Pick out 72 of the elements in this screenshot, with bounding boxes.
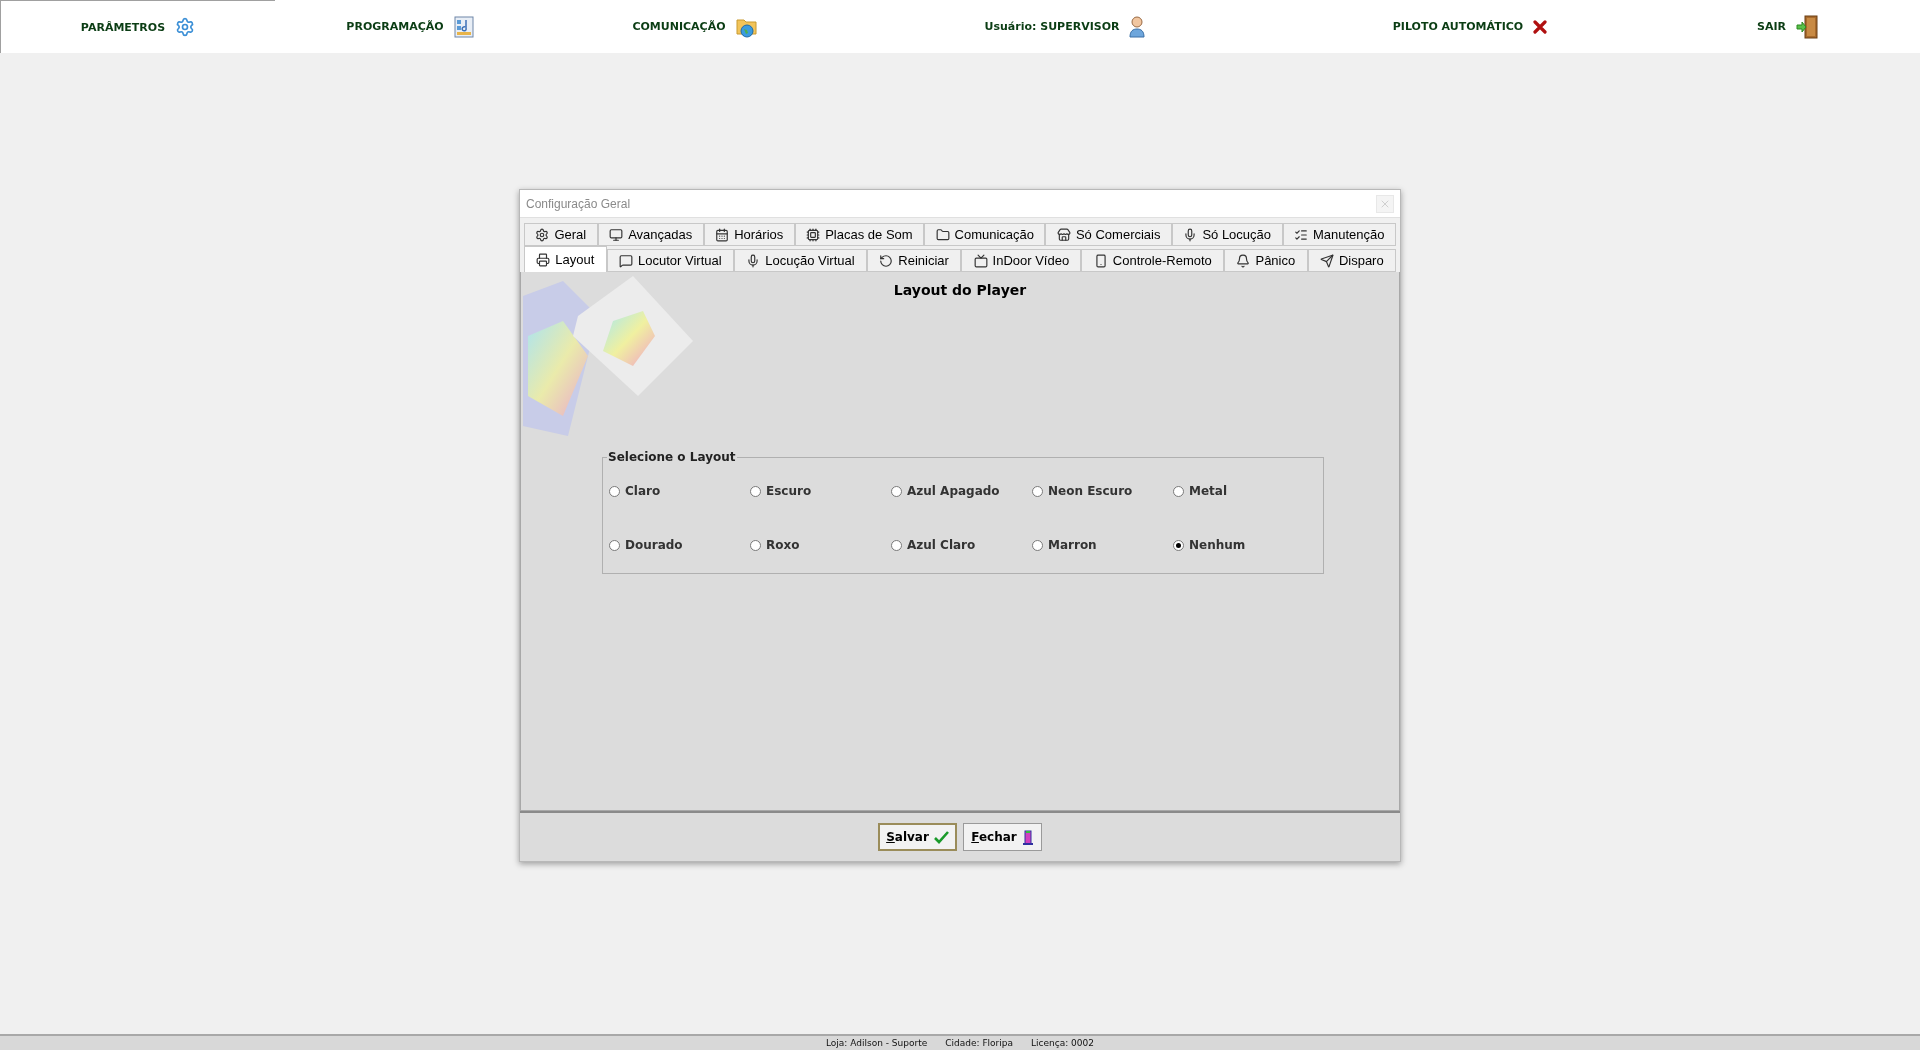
rotate-icon [879,253,894,268]
tab[interactable]: Só Locução [1171,223,1283,246]
radio-circle[interactable] [750,539,761,551]
radio-option[interactable]: Escuro [750,478,891,504]
menu-link[interactable]: COMUNICAÇÃO [632,20,726,33]
window-title: Configuração Geral [526,196,631,211]
microphone-icon [746,253,761,268]
radio-option[interactable]: Marron [1032,532,1173,558]
save-button[interactable]: Salvar [878,823,957,851]
menu-link[interactable]: PROGRAMAÇÃO [346,20,444,33]
menu-link[interactable]: PARÂMETROS [80,20,166,34]
radio-circle[interactable] [1032,485,1043,497]
door-exit-icon [1796,14,1818,39]
radio-circle[interactable] [1032,539,1043,551]
radio-option[interactable]: Dourado [609,532,750,558]
checklist-icon [1293,227,1308,242]
music-grid-icon [453,15,474,38]
menu-link[interactable]: Usuário: SUPERVISOR [984,20,1120,33]
tab[interactable]: Geral [524,223,598,246]
chip-icon [806,227,821,242]
door-icon [1021,829,1034,845]
status-text: Licença: 0002 [1031,1038,1094,1048]
tab[interactable]: Manutenção [1282,223,1396,246]
radio-option[interactable]: Claro [609,478,750,504]
tab[interactable]: Locução Virtual [733,249,867,272]
radio-option[interactable]: Azul Apagado [891,478,1032,504]
panel-heading: Layout do Player [893,282,1027,298]
tab[interactable]: Disparo [1307,249,1396,272]
radio-option[interactable]: Nenhum [1173,532,1314,558]
menu-link[interactable]: PILOTO AUTOMÁTICO [1392,20,1524,33]
radio-circle[interactable] [1173,485,1184,497]
speech-bubble-icon [619,253,634,268]
cross-icon [1533,19,1548,34]
calendar-icon [715,227,730,242]
tv-icon [973,253,988,268]
user-icon [1129,15,1146,38]
status-text: Cidade: Floripa [945,1038,1014,1048]
checkmark-icon [933,830,949,844]
printer-icon [536,252,551,267]
tab[interactable]: Só Comerciais [1045,223,1172,246]
status-text: Loja: Adilson - Suporte [826,1038,928,1048]
monitor-icon [609,227,624,242]
tab[interactable]: Locutor Virtual [606,249,734,272]
tab[interactable]: Avançadas [597,223,704,246]
radio-circle[interactable] [891,539,902,551]
radio-option[interactable]: Neon Escuro [1032,478,1173,504]
gear-icon [535,227,550,242]
close-button[interactable]: Fechar [963,823,1042,851]
tab[interactable]: Controle-Remoto [1081,249,1225,272]
microphone-icon [1183,227,1198,242]
radio-circle[interactable] [609,485,620,497]
tab[interactable]: Comunicação [924,223,1046,246]
folder-icon [935,227,950,242]
radio-circle[interactable] [609,539,620,551]
radio-option[interactable]: Roxo [750,532,891,558]
menu-link[interactable]: SAIR [1757,20,1786,33]
group-title: Selecione o Layout [607,450,737,464]
radio-circle[interactable] [1173,539,1184,551]
tab[interactable]: Layout [524,246,607,272]
tab[interactable]: Reiniciar [867,249,962,272]
radio-option[interactable]: Azul Claro [891,532,1032,558]
send-icon [1319,253,1334,268]
radio-option[interactable]: Metal [1173,478,1314,504]
tab[interactable]: Placas de Som [794,223,925,246]
radio-circle[interactable] [891,485,902,497]
tab[interactable]: InDoor Vídeo [961,249,1082,272]
radio-circle[interactable] [750,485,761,497]
tab[interactable]: Pânico [1224,249,1308,272]
tab[interactable]: Horários [703,223,795,246]
store-icon [1056,227,1071,242]
smartphone-icon [1093,253,1108,268]
bell-icon [1236,253,1251,268]
